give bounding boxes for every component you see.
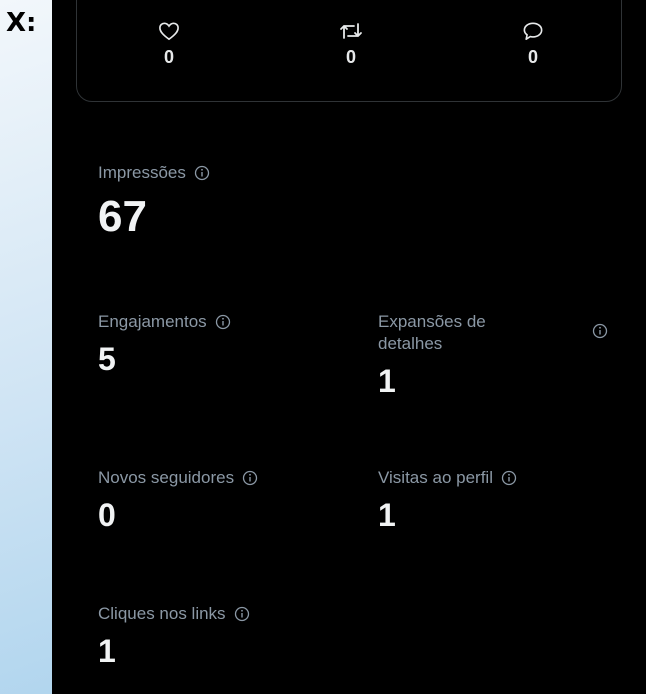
reply-icon <box>523 22 543 40</box>
info-icon[interactable] <box>234 606 250 622</box>
heart-icon <box>159 22 179 41</box>
repost-icon <box>340 23 362 39</box>
link-clicks-value: 1 <box>98 633 116 669</box>
engagements-label: Engajamentos <box>98 312 207 331</box>
new-followers-label: Novos seguidores <box>98 468 235 487</box>
impressions-metric: Impressões 67 <box>98 162 210 242</box>
engagements-value: 5 <box>98 341 116 377</box>
likes-count: 0 <box>163 47 174 67</box>
info-icon[interactable] <box>215 314 231 330</box>
info-icon[interactable] <box>194 165 210 181</box>
engagements-metric: Engajamentos 5 <box>98 311 231 378</box>
impressions-label: Impressões <box>98 163 186 182</box>
engagement-card: 0 0 0 <box>76 0 622 102</box>
replies-stat[interactable]: 0 <box>513 21 553 68</box>
info-icon[interactable] <box>501 470 517 486</box>
new-followers-metric: Novos seguidores 0 <box>98 467 258 534</box>
impressions-value: 67 <box>98 192 147 241</box>
reposts-count: 0 <box>345 47 356 67</box>
reposts-stat[interactable]: 0 <box>331 21 371 68</box>
profile-visits-label: Visitas ao perfil <box>378 468 493 487</box>
detail-expands-label: Expansões de detalhes <box>378 312 486 353</box>
detail-expands-metric: Expansões de detalhes 1 <box>378 311 608 400</box>
post-analytics-panel: 0 0 0 Impressões 67 Engajamentos 5 Expan… <box>52 0 646 694</box>
info-icon[interactable] <box>242 470 258 486</box>
link-clicks-metric: Cliques nos links 1 <box>98 603 250 670</box>
profile-visits-metric: Visitas ao perfil 1 <box>378 467 517 534</box>
side-label: X: <box>6 8 37 38</box>
likes-stat[interactable]: 0 <box>149 21 189 68</box>
link-clicks-label: Cliques nos links <box>98 604 226 623</box>
detail-expands-value: 1 <box>378 363 396 399</box>
new-followers-value: 0 <box>98 497 116 533</box>
profile-visits-value: 1 <box>378 497 396 533</box>
replies-count: 0 <box>527 47 538 67</box>
info-icon[interactable] <box>592 323 608 339</box>
